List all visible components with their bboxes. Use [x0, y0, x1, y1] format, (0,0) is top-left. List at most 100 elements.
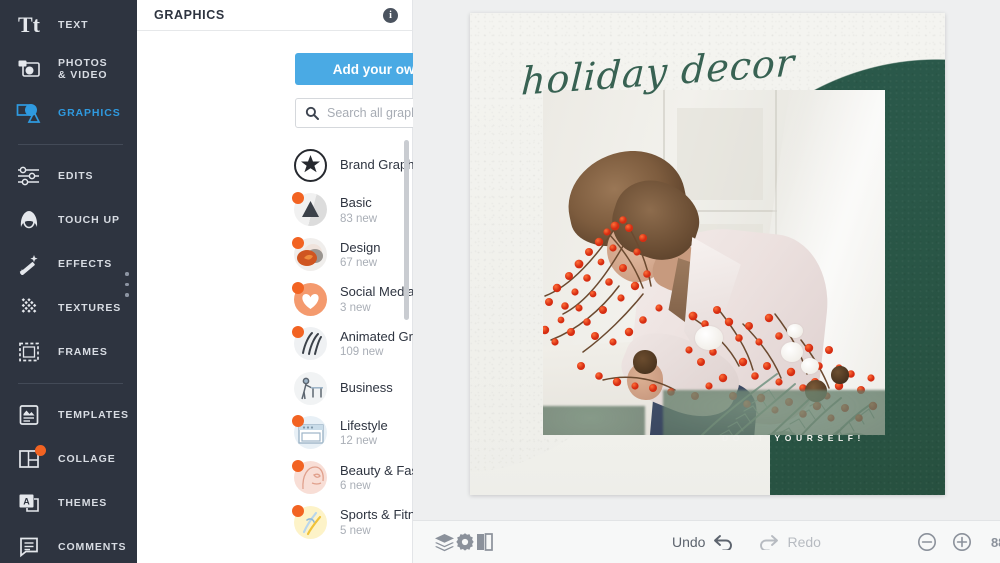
photo-greenery-base	[543, 406, 645, 435]
mirror-button[interactable]	[475, 521, 494, 563]
category-new-count: 67 new	[340, 257, 378, 270]
zoom-in-icon[interactable]	[952, 532, 972, 552]
sidebar-item-label: COLLAGE	[58, 452, 116, 465]
graphics-shapes-icon	[12, 98, 46, 128]
beauty-face-thumb	[292, 459, 327, 494]
mirror-flip-icon	[475, 532, 494, 552]
search-icon	[305, 106, 319, 120]
new-badge-dot	[292, 281, 304, 294]
redo-button[interactable]: Redo	[758, 534, 821, 550]
category-name: Design	[340, 239, 381, 255]
sidebar-item-label: COMMENTS	[58, 540, 127, 553]
design-brush-thumb	[292, 236, 327, 271]
themes-icon: A	[12, 488, 46, 518]
gear-icon	[455, 532, 475, 552]
sidebar-item-label: PHOTOS & VIDEO	[58, 56, 108, 81]
category-new-count: 83 new	[340, 212, 378, 225]
panel-scrollbar[interactable]	[404, 140, 409, 320]
social-heart-thumb	[292, 281, 327, 316]
sidebar-divider	[18, 144, 123, 145]
zoom-controls: 88%	[917, 532, 1000, 552]
settings-button[interactable]	[455, 521, 475, 563]
brand-star-thumb	[294, 148, 327, 182]
sidebar-item-templates[interactable]: TEMPLATES	[0, 393, 137, 437]
list-item-text: Design 67 new	[340, 240, 380, 269]
frame-icon	[12, 337, 46, 367]
category-new-count: 12 new	[340, 435, 378, 448]
zoom-level-dropdown[interactable]: 88%	[991, 535, 1000, 550]
basic-triangle-thumb	[292, 192, 327, 227]
layers-button[interactable]	[434, 521, 455, 563]
sidebar-item-themes[interactable]: A THEMES	[0, 481, 137, 525]
panel-header: GRAPHICS i	[137, 0, 412, 31]
sidebar-item-edits[interactable]: EDITS	[0, 154, 137, 198]
new-badge-dot	[292, 236, 304, 249]
photo-layer[interactable]	[543, 90, 885, 435]
photo-cotton-boll	[781, 342, 803, 362]
zoom-level-value: 88%	[990, 534, 1000, 550]
sliders-icon	[12, 161, 46, 191]
sidebar-item-text[interactable]: Tt TEXT	[0, 3, 137, 47]
sidebar-item-label: THEMES	[58, 496, 108, 509]
svg-text:A: A	[23, 497, 30, 507]
sidebar-item-touch-up[interactable]: TOUCH UP	[0, 198, 137, 242]
undo-arrow-icon	[713, 534, 734, 550]
redo-label: Redo	[787, 534, 821, 550]
collage-grid-icon	[12, 444, 46, 474]
sidebar-item-label: FRAMES	[58, 345, 108, 358]
photo-cotton-boll	[801, 358, 819, 374]
animated-strokes-thumb	[292, 326, 327, 361]
comments-bubble-icon	[12, 532, 46, 562]
left-toolbar: Tt TEXT PHOTOS & VIDEO GRAPHICS EDITS TO…	[0, 0, 137, 563]
bottom-toolbar: Undo Redo 88%	[413, 520, 1000, 563]
sidebar-item-label: TEXTURES	[58, 301, 122, 314]
drag-dot	[125, 272, 129, 276]
info-icon[interactable]: i	[383, 7, 398, 23]
canvas-stage: holiday decor DO IT YOURSELF! Undo Redo …	[413, 0, 1000, 563]
templates-icon	[12, 400, 46, 430]
face-touchup-icon	[12, 205, 46, 235]
list-item-text: Business	[340, 380, 393, 396]
sidebar-item-label: GRAPHICS	[58, 106, 121, 119]
sidebar-item-effects[interactable]: EFFECTS	[0, 242, 137, 286]
door-recess	[677, 108, 763, 200]
sidebar-item-label: TEXT	[58, 18, 89, 31]
layers-icon	[434, 533, 455, 552]
new-badge-dot	[292, 459, 304, 472]
sports-shoe-thumb	[292, 504, 327, 539]
photo-greenery-base	[663, 390, 885, 435]
sidebar-item-collage[interactable]: COLLAGE	[0, 437, 137, 481]
redo-arrow-icon	[758, 534, 779, 550]
lifestyle-stove-thumb	[292, 415, 327, 450]
photo-cotton-boll	[695, 326, 723, 350]
business-person-thumb	[294, 371, 327, 405]
sidebar-item-label: EFFECTS	[58, 257, 113, 270]
sidebar-item-label: TEMPLATES	[58, 408, 129, 421]
sidebar-item-label: EDITS	[58, 169, 94, 182]
page-title: GRAPHICS	[154, 8, 225, 22]
design-canvas[interactable]: holiday decor DO IT YOURSELF!	[470, 13, 945, 495]
undo-button[interactable]: Undo	[672, 534, 734, 550]
zoom-out-icon[interactable]	[917, 532, 937, 552]
list-item-text: Lifestyle 12 new	[340, 418, 388, 447]
sidebar-divider	[18, 383, 123, 384]
tagline-text[interactable]: DO IT YOURSELF!	[722, 433, 865, 443]
undo-label: Undo	[672, 534, 706, 550]
new-badge-dot	[35, 445, 46, 456]
graphics-panel: GRAPHICS i Add your own graphic Search a…	[137, 0, 533, 563]
sidebar-item-frames[interactable]: FRAMES	[0, 330, 137, 374]
text-tt-icon: Tt	[18, 12, 40, 37]
sidebar-item-photos-video[interactable]: PHOTOS & VIDEO	[0, 47, 137, 91]
photo-cotton-boll	[787, 324, 803, 338]
category-name: Business	[340, 380, 393, 396]
category-name: Basic	[340, 195, 372, 211]
sidebar-item-textures[interactable]: TEXTURES	[0, 286, 137, 330]
magic-wand-icon	[12, 249, 46, 279]
photo-pinecone	[831, 366, 849, 384]
sidebar-item-label: TOUCH UP	[58, 213, 120, 226]
texture-grid-icon	[12, 293, 46, 323]
sidebar-item-graphics[interactable]: GRAPHICS	[0, 91, 137, 135]
sidebar-item-comments[interactable]: COMMENTS	[0, 525, 137, 563]
category-name: Lifestyle	[340, 418, 388, 434]
new-badge-dot	[292, 504, 304, 517]
